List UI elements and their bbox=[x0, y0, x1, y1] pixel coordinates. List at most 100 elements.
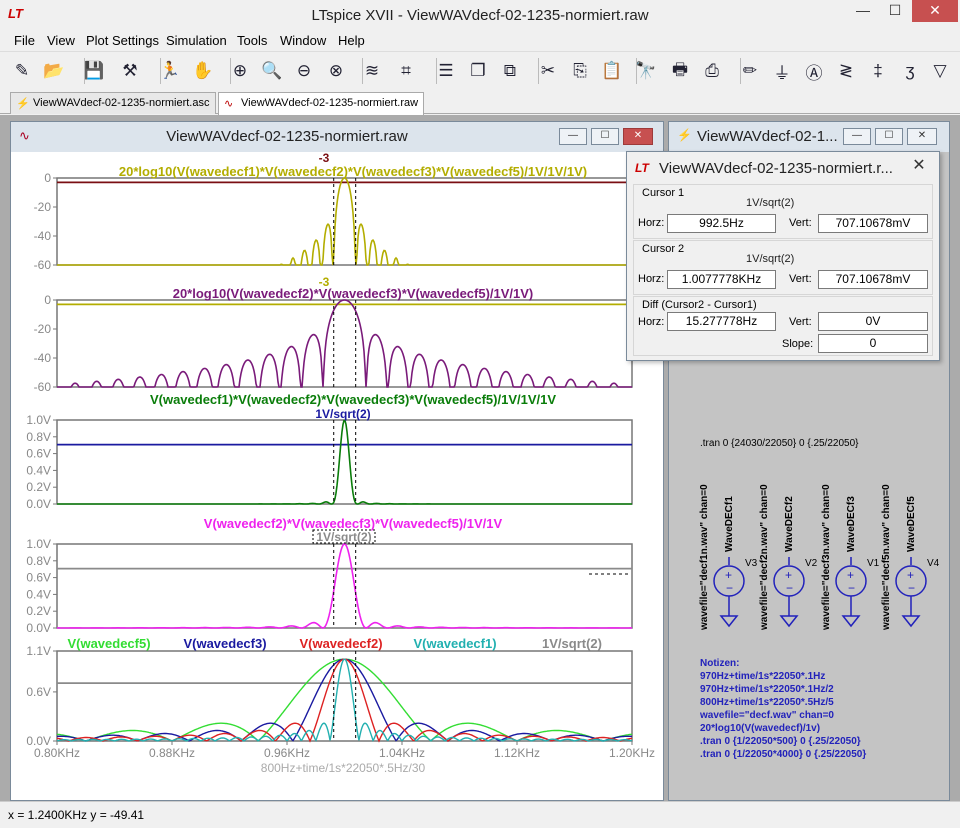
fft-icon[interactable]: ⌗ bbox=[393, 58, 419, 84]
capacitor-icon[interactable]: ‡ bbox=[865, 58, 891, 84]
toolbar-separator bbox=[436, 58, 437, 84]
tile-vertical-icon[interactable]: ⧉ bbox=[497, 58, 523, 84]
schematic-note: 800Hz+time/1s*22050*.5Hz/5 bbox=[700, 697, 834, 708]
pane5-trace-label: V(wavedecf1) bbox=[413, 636, 496, 651]
print-setup-icon[interactable]: ⎙ bbox=[699, 58, 725, 84]
x-tick-label: 0.96KHz bbox=[264, 746, 310, 760]
diff-horz-field[interactable]: 15.277778Hz bbox=[667, 312, 776, 331]
menu-simulation[interactable]: Simulation bbox=[166, 33, 227, 48]
open-folder-icon[interactable]: 📂 bbox=[41, 58, 67, 84]
menu-plot-settings[interactable]: Plot Settings bbox=[86, 33, 159, 48]
control-panel-hammer-icon[interactable]: ⚒ bbox=[117, 58, 143, 84]
trace-line bbox=[57, 299, 632, 388]
y-tick-label: 0.0V bbox=[26, 621, 51, 635]
zoom-out-icon[interactable]: ⊖ bbox=[291, 58, 317, 84]
pane2-trace-label: 20*log10(V(wavedecf2)*V(wavedecf3)*V(wav… bbox=[173, 286, 534, 301]
schematic-window-titlebar[interactable]: ⚡ ViewWAVdecf-02-1... — ☐ ✕ bbox=[669, 122, 949, 152]
waveform-icon: ∿ bbox=[224, 98, 234, 110]
trace-line bbox=[57, 177, 632, 266]
pane5-trace-label: 1V/sqrt(2) bbox=[542, 636, 602, 651]
plot-pane-frame bbox=[56, 299, 633, 388]
y-tick-label: -60 bbox=[34, 380, 52, 394]
x-tick-label: 1.20KHz bbox=[609, 746, 655, 760]
maximize-button[interactable]: ☐ bbox=[880, 0, 910, 22]
tran-directive: .tran 0 {24030/22050} 0 {.25/22050} bbox=[700, 438, 859, 449]
cursor2-horz-label: Horz: bbox=[638, 273, 665, 285]
ground-icon[interactable]: ⏚ bbox=[769, 58, 795, 84]
toolbar-separator bbox=[230, 58, 231, 84]
waveform-window-title: ViewWAVdecf-02-1235-normiert.raw bbox=[166, 128, 408, 145]
cursor1-horz-field[interactable]: 992.5Hz bbox=[667, 214, 776, 233]
zoom-cancel-icon[interactable]: ⊗ bbox=[323, 58, 349, 84]
y-tick-label: 1.1V bbox=[26, 644, 51, 658]
y-tick-label: 0.0V bbox=[26, 497, 51, 511]
menu-help[interactable]: Help bbox=[338, 33, 365, 48]
menu-file[interactable]: File bbox=[14, 33, 35, 48]
minus-sign: − bbox=[908, 581, 915, 595]
x-axis-label: 800Hz+time/1s*22050*.5Hz/30 bbox=[261, 761, 426, 775]
waveform-window-titlebar[interactable]: ∿ ViewWAVdecf-02-1235-normiert.raw — ☐ ✕ bbox=[11, 122, 663, 152]
close-button[interactable]: ✕ bbox=[912, 0, 958, 22]
menu-tools[interactable]: Tools bbox=[237, 33, 267, 48]
diff-slope-field[interactable]: 0 bbox=[818, 334, 928, 353]
tab-label: ViewWAVdecf-02-1235-normiert.asc bbox=[33, 97, 210, 109]
toolbar-separator bbox=[636, 58, 637, 84]
schematic-maximize-button[interactable]: ☐ bbox=[875, 128, 903, 145]
cascade-icon[interactable]: ❐ bbox=[465, 58, 491, 84]
tab-schematic[interactable]: ⚡ ViewWAVdecf-02-1235-normiert.asc bbox=[10, 92, 216, 114]
menu-view[interactable]: View bbox=[47, 33, 75, 48]
minimize-button[interactable]: — bbox=[848, 0, 878, 22]
waveform-close-button[interactable]: ✕ bbox=[623, 128, 653, 145]
y-tick-label: 0.6V bbox=[26, 447, 51, 461]
tab-waveform[interactable]: ∿ ViewWAVdecf-02-1235-normiert.raw bbox=[218, 92, 424, 115]
source-name: V2 bbox=[805, 558, 818, 569]
resistor-icon[interactable]: ≷ bbox=[833, 58, 859, 84]
toolbar: ✎ 📂 💾 ⚒ 🏃 ✋ ⊕ 🔍 ⊖ ⊗ ≋ ⌗ ☰ ❐ ⧉ ✂ ⎘ 📋 🔭 🖶 ⎙ ✏ ⏚ Ⓐ ≷ ‡ ʒ ▽ bbox=[0, 51, 960, 89]
waveform-maximize-button[interactable]: ☐ bbox=[591, 128, 619, 145]
cursor1-vert-field[interactable]: 707.10678mV bbox=[818, 214, 928, 233]
cursor-window-titlebar[interactable]: LT ViewWAVdecf-02-1235-normiert.r... ✕ bbox=[627, 152, 939, 184]
cursor2-vert-field[interactable]: 707.10678mV bbox=[818, 270, 928, 289]
schematic-minimize-button[interactable]: — bbox=[843, 128, 871, 145]
app-title: LTspice XVII - ViewWAVdecf-02-1235-normi… bbox=[311, 7, 649, 24]
label-net-icon[interactable]: Ⓐ bbox=[801, 58, 827, 84]
diff-label: Diff (Cursor2 - Cursor1) bbox=[642, 299, 757, 311]
cursor1-trace: 1V/sqrt(2) bbox=[746, 197, 795, 209]
cursor1-vert-label: Vert: bbox=[789, 217, 812, 229]
schematic-note: 970Hz+time/1s*22050*.1Hz bbox=[700, 671, 825, 682]
waveform-plot[interactable]: 0 -20 -40 -60 0 -20 -40 -60 1.0V 0.8V 0.6V 0.4V 0.2V… bbox=[11, 152, 663, 800]
source-attribute: wavefile="decf5n.wav" chan=0 bbox=[881, 484, 892, 631]
pan-hand-icon[interactable]: ✋ bbox=[190, 58, 216, 84]
paste-icon[interactable]: 📋 bbox=[599, 58, 625, 84]
y-tick-label: 1.0V bbox=[26, 413, 51, 427]
schematic-note: .tran 0 {1/22050*4000} 0 {.25/22050} bbox=[700, 749, 866, 760]
cursor-window-close-button[interactable]: ✕ bbox=[899, 154, 939, 180]
source-name: V1 bbox=[867, 558, 880, 569]
x-tick-label: 0.88KHz bbox=[149, 746, 195, 760]
tab-label: ViewWAVdecf-02-1235-normiert.raw bbox=[241, 97, 419, 109]
pane5-trace-label: V(wavedecf2) bbox=[299, 636, 382, 651]
diff-vert-field[interactable]: 0V bbox=[818, 312, 928, 331]
toolbar-separator bbox=[160, 58, 161, 84]
pane5-trace-label: V(wavedecf3) bbox=[183, 636, 266, 651]
document-tabs: ⚡ ViewWAVdecf-02-1235-normiert.asc ∿ Vie… bbox=[0, 90, 960, 115]
cursor1-group: Cursor 1 1V/sqrt(2) Horz: 992.5Hz Vert: … bbox=[633, 184, 933, 239]
waveform-minimize-button[interactable]: — bbox=[559, 128, 587, 145]
schematic-close-button[interactable]: ✕ bbox=[907, 128, 937, 145]
source-attribute: wavefile="decf1n.wav" chan=0 bbox=[699, 484, 710, 631]
trace-line bbox=[56, 658, 633, 743]
y-tick-label: 0.4V bbox=[26, 463, 51, 477]
diode-icon[interactable]: ▽ bbox=[927, 58, 953, 84]
cursor2-horz-field[interactable]: 1.0077778KHz bbox=[667, 270, 776, 289]
source-value: WaveDECf2 bbox=[784, 496, 795, 552]
copy-icon[interactable]: ⎘ bbox=[567, 58, 593, 84]
zoom-area-icon[interactable]: 🔍 bbox=[259, 58, 285, 84]
print-icon[interactable]: 🖶 bbox=[667, 58, 693, 84]
inductor-icon[interactable]: ʒ bbox=[897, 58, 923, 84]
new-schematic-icon[interactable]: ✎ bbox=[9, 58, 35, 84]
schematic-note: wavefile="decf.wav" chan=0 bbox=[699, 710, 834, 721]
y-tick-label: -40 bbox=[34, 229, 52, 243]
ground-icon bbox=[719, 615, 739, 628]
menu-window[interactable]: Window bbox=[280, 33, 326, 48]
source-name: V3 bbox=[745, 558, 758, 569]
